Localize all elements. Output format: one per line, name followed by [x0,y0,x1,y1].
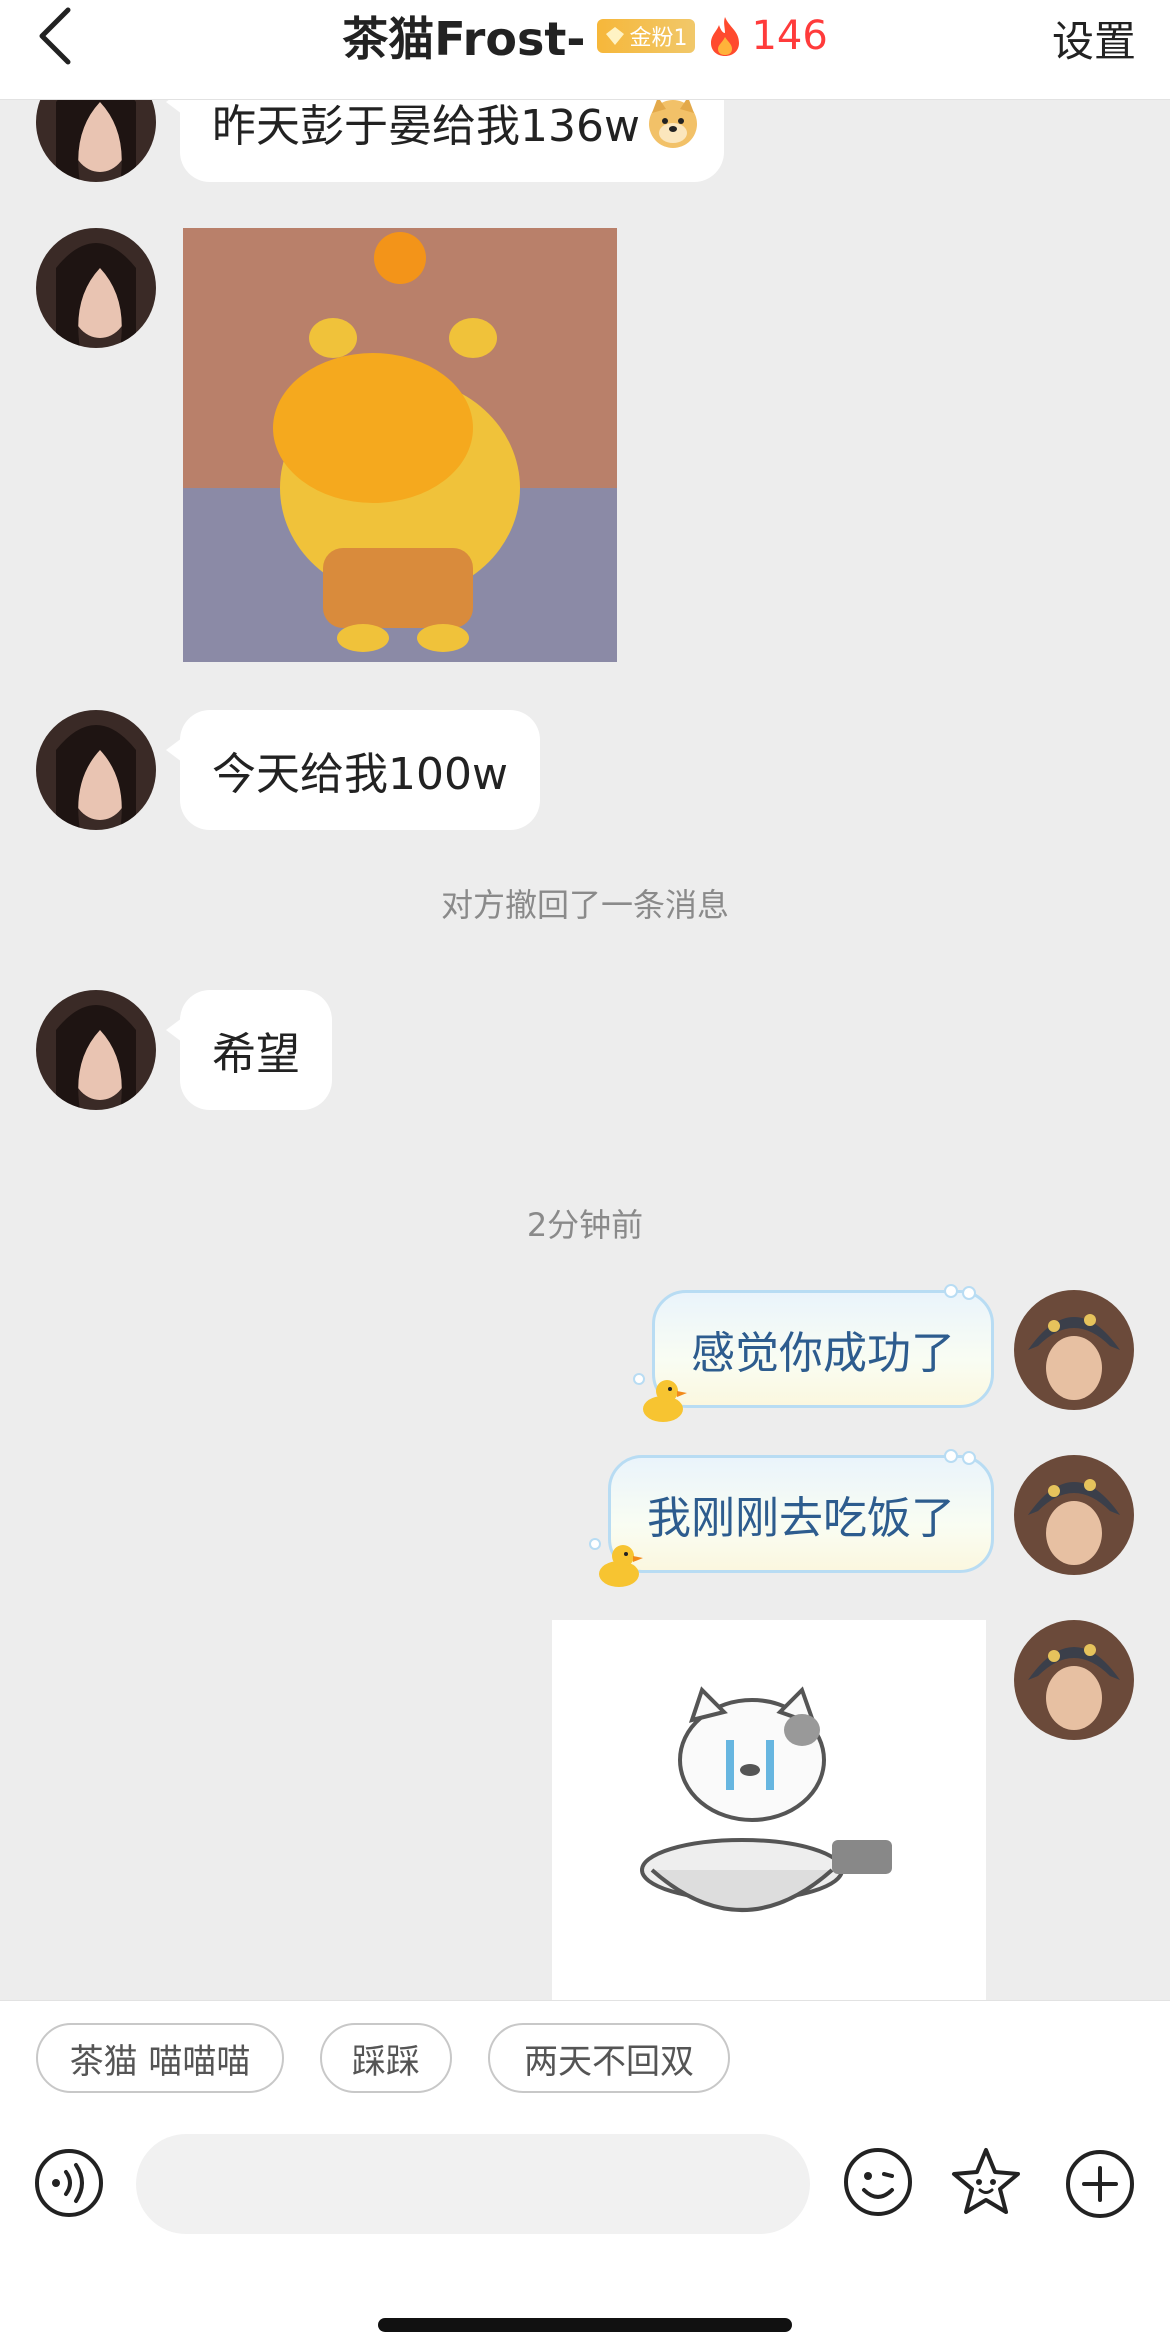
bubble-dots-decoration [944,1449,976,1465]
image-message-yellow-character[interactable] [183,228,617,662]
my-avatar[interactable] [1014,1620,1134,1740]
fire-streak: 146 [707,13,828,59]
image-message-crying-cat[interactable] [552,1620,986,2000]
message-text: 我刚刚去吃饭了 [647,1493,955,1544]
gem-icon [606,27,625,45]
input-bar [0,2110,1170,2345]
fan-level-badge: 金粉1 [597,19,696,53]
chat-title: 茶猫Frost- [342,12,586,66]
message-bubble[interactable]: 希望 [166,990,332,1110]
contact-avatar[interactable] [36,228,156,348]
message-bubble[interactable]: 昨天彭于晏给我136w [166,100,724,182]
fan-level-label: 金粉1 [629,26,688,51]
fire-icon [711,17,740,56]
contact-avatar[interactable] [36,990,156,1110]
duck-icon [589,1538,643,1587]
my-avatar[interactable] [1014,1455,1134,1575]
fire-count: 146 [751,13,828,59]
plus-icon[interactable] [1064,2148,1136,2220]
voice-icon[interactable] [34,2148,104,2218]
chat-header: 茶猫Frost- 金粉1 146 设置 [0,0,1170,100]
quick-reply-chip[interactable]: 两天不回双 [488,2023,730,2093]
message-text: 感觉你成功了 [691,1328,955,1379]
message-bubble[interactable]: 今天给我100w [166,710,540,830]
contact-avatar[interactable] [36,710,156,830]
my-avatar[interactable] [1014,1290,1134,1410]
recall-notice: 对方撤回了一条消息 [440,886,729,924]
quick-reply-chip[interactable]: 踩踩 [320,2023,452,2093]
emoji-icon[interactable] [842,2146,914,2218]
sticker-star-icon[interactable] [948,2144,1024,2220]
bubble-dots-decoration [944,1284,976,1300]
contact-avatar[interactable] [36,100,156,182]
home-indicator[interactable] [378,2318,792,2332]
message-input[interactable] [136,2134,810,2234]
settings-button[interactable]: 设置 [1052,8,1136,69]
message-text: 昨天彭于晏给我136w [212,101,640,152]
quick-reply-bar: 茶猫 喵喵喵 踩踩 两天不回双 [0,2000,1170,2110]
message-text: 希望 [212,1029,300,1080]
message-list[interactable]: 昨天彭于晏给我136w 今天给我100w 对方撤回了一条消息 希望 2分钟前 感… [0,100,1170,2000]
quick-reply-chip[interactable]: 茶猫 喵喵喵 [36,2023,284,2093]
doge-emoji-icon [648,100,697,148]
duck-icon [633,1373,687,1422]
title-group[interactable]: 茶猫Frost- 金粉1 146 [0,4,1170,68]
message-text: 今天给我100w [212,749,508,800]
message-bubble-mine[interactable]: 我刚刚去吃饭了 [589,1449,994,1587]
message-bubble-mine[interactable]: 感觉你成功了 [633,1284,994,1422]
timestamp: 2分钟前 [526,1206,644,1244]
